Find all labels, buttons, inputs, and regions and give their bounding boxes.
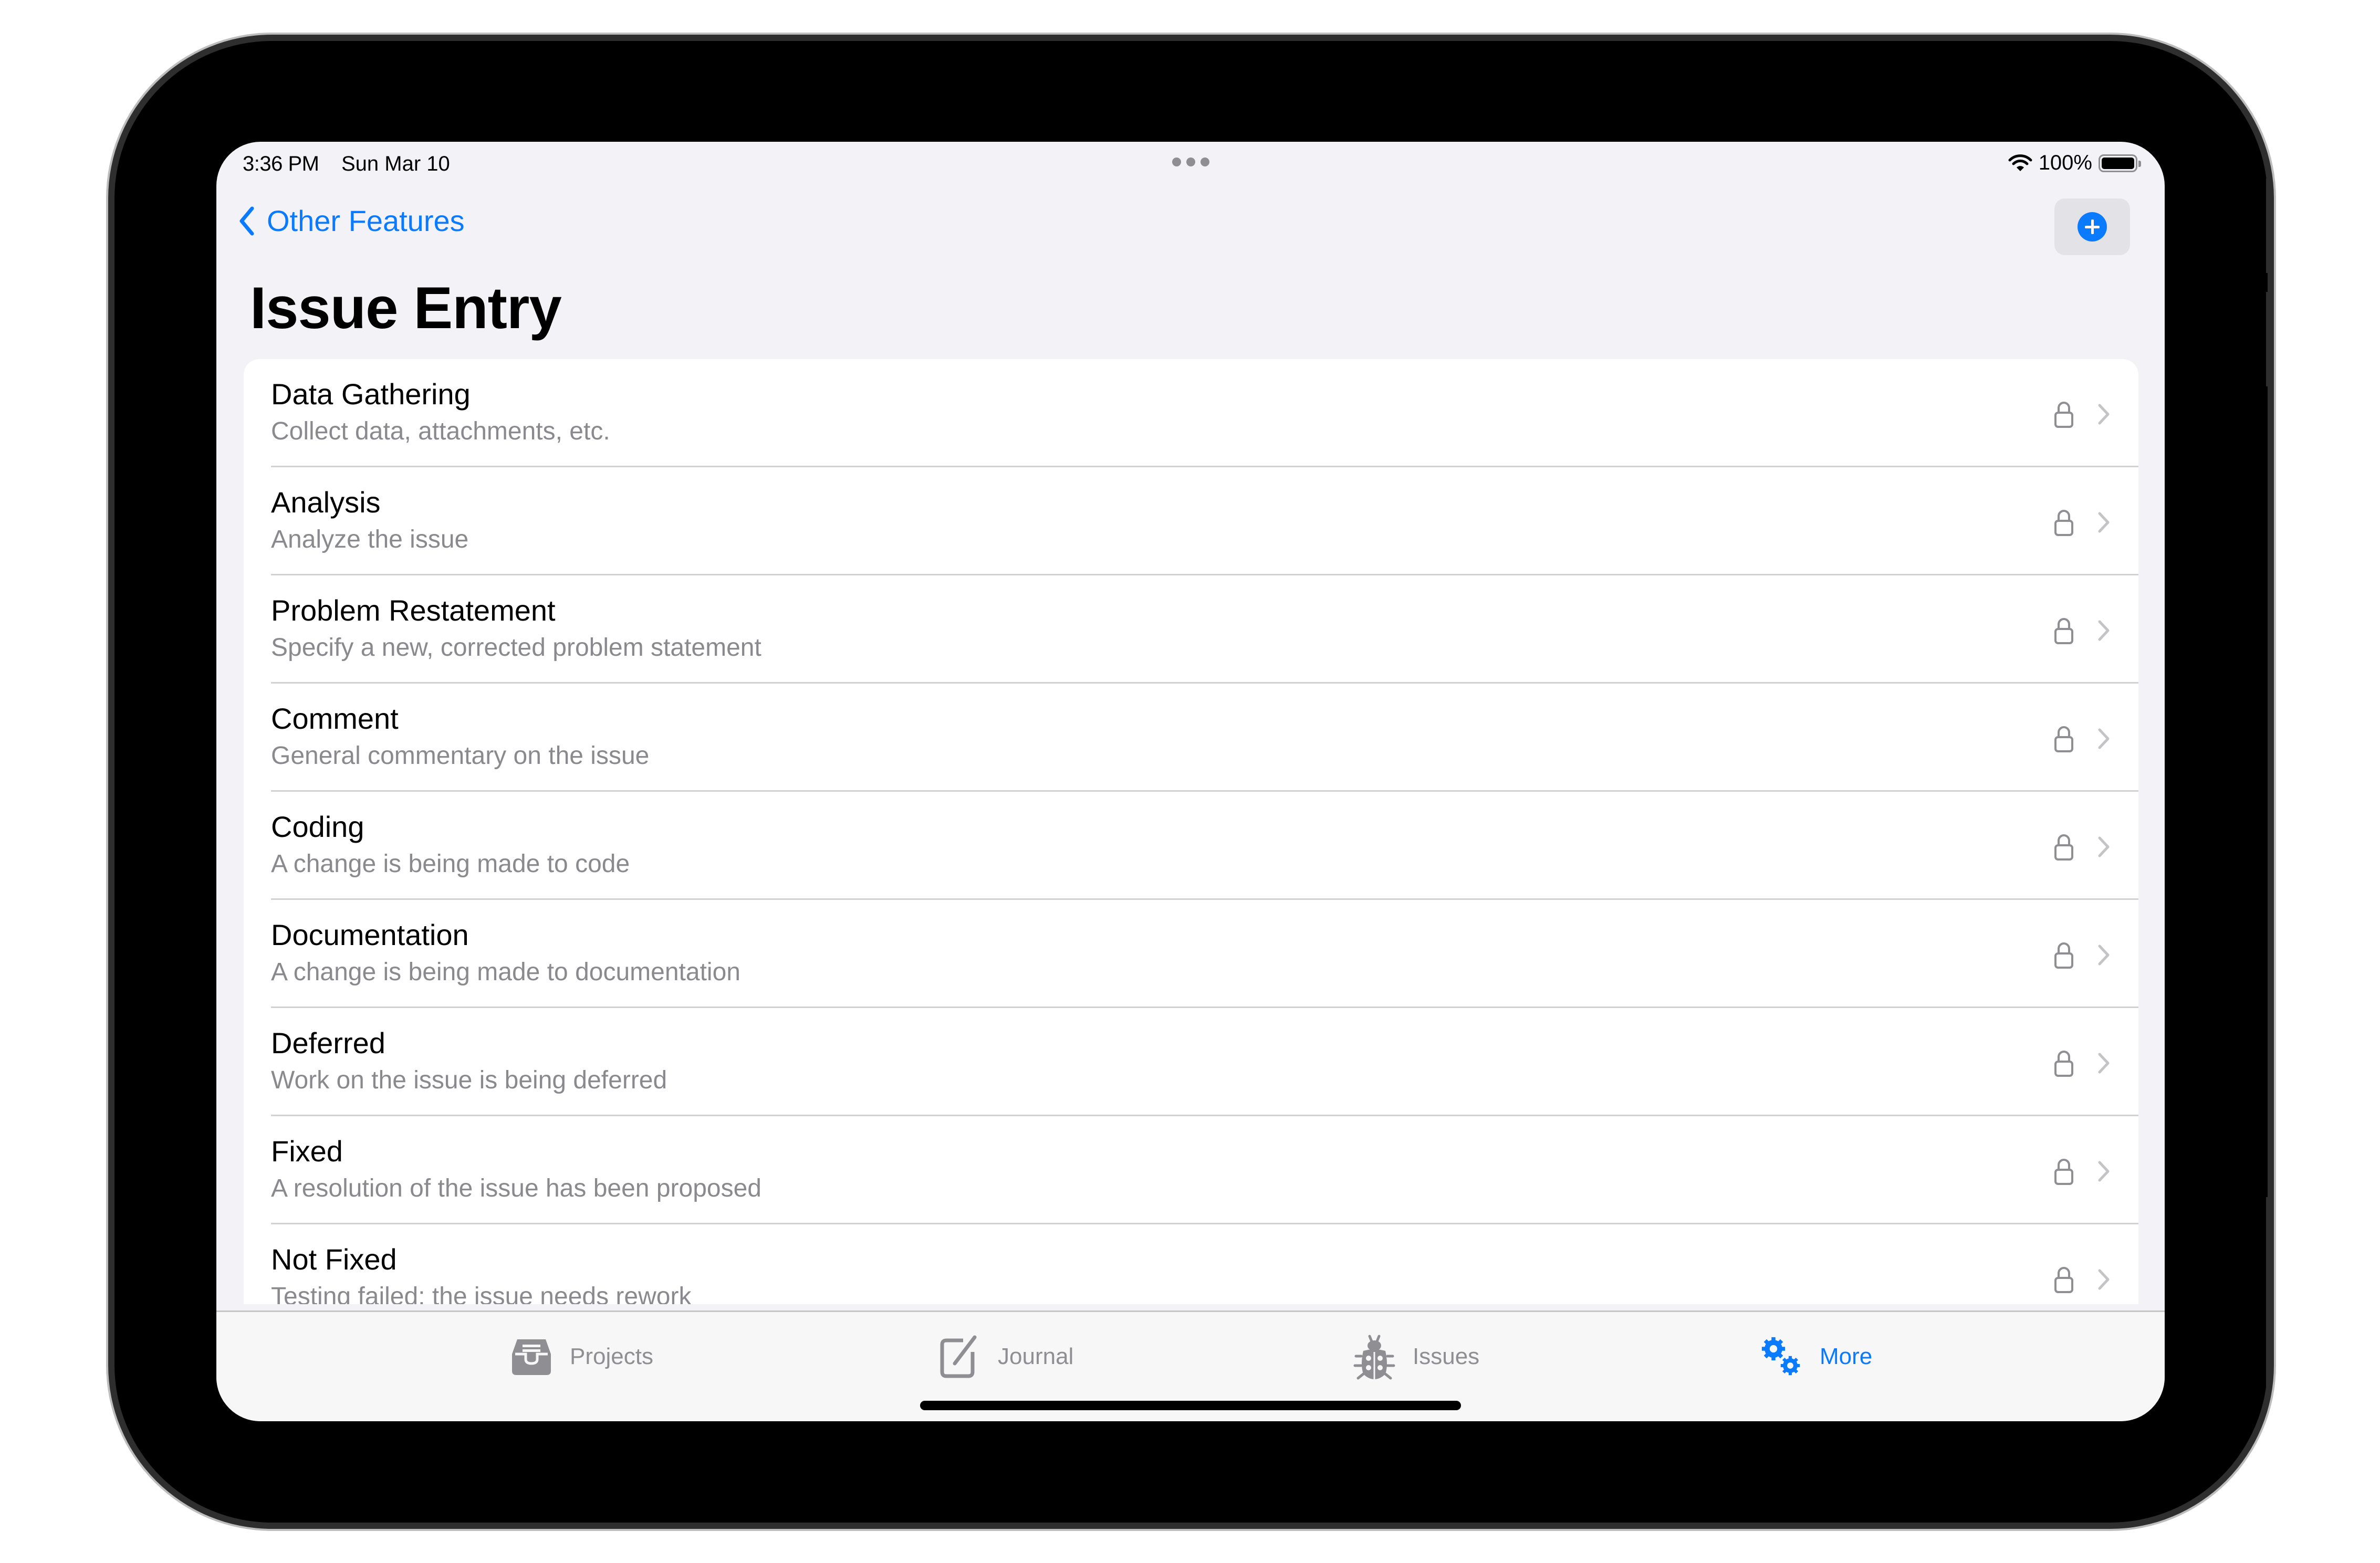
entry-title: Not Fixed: [271, 1243, 397, 1276]
list-item[interactable]: Fixed A resolution of the issue has been …: [244, 1116, 2138, 1224]
list-item[interactable]: Documentation A change is being made to d…: [244, 900, 2138, 1008]
entry-subtitle: A change is being made to code: [271, 850, 630, 878]
chevron-right-icon: [2098, 945, 2110, 966]
list-item[interactable]: Comment General commentary on the issue: [244, 684, 2138, 792]
entry-title: Problem Restatement: [271, 594, 556, 627]
tray-icon: [512, 1339, 551, 1375]
battery-percent: 100%: [2038, 151, 2092, 174]
entry-subtitle: Work on the issue is being deferred: [271, 1066, 667, 1094]
entry-subtitle: Testing failed; the issue needs rework: [271, 1283, 692, 1304]
entry-type-list: Data Gathering Collect data, attachments,…: [244, 359, 2138, 1304]
entry-subtitle: A resolution of the issue has been propo…: [271, 1174, 761, 1202]
chevron-right-icon: [2098, 1053, 2110, 1074]
tab-issues[interactable]: Issues: [1351, 1333, 1479, 1380]
chevron-right-icon: [2098, 404, 2110, 425]
lock-icon: [2054, 1051, 2073, 1077]
list-item[interactable]: Problem Restatement Specify a new, correc…: [244, 575, 2138, 684]
entry-title: Comment: [271, 702, 399, 735]
entry-subtitle: Collect data, attachments, etc.: [271, 417, 610, 445]
chevron-right-icon: [2098, 620, 2110, 641]
entry-title: Coding: [271, 810, 364, 843]
tab-journal-label: Journal: [998, 1344, 1074, 1369]
chevron-right-icon: [2098, 1269, 2110, 1290]
status-time: 3:36 PM: [243, 152, 319, 175]
multitasking-dots-icon[interactable]: [1172, 158, 1209, 166]
battery-icon: [2099, 154, 2141, 172]
ladybug-icon: [1353, 1335, 1395, 1380]
volume-up-button: [2266, 179, 2272, 273]
lock-icon: [2054, 834, 2073, 861]
status-right: 100%: [2008, 151, 2141, 175]
entry-title: Documentation: [271, 918, 469, 951]
tab-projects-label: Projects: [570, 1344, 653, 1369]
chevron-left-icon: [239, 206, 254, 235]
power-button: [2266, 1197, 2272, 1386]
lock-icon: [2054, 510, 2073, 536]
entry-title: Analysis: [271, 486, 381, 519]
back-button-label: Other Features: [267, 204, 465, 237]
tab-more[interactable]: More: [1758, 1333, 1872, 1380]
page-title: Issue Entry: [250, 275, 562, 341]
entry-title: Fixed: [271, 1135, 343, 1168]
entry-subtitle: A change is being made to documentation: [271, 958, 740, 986]
entry-subtitle: Specify a new, corrected problem stateme…: [271, 634, 761, 662]
entry-title: Data Gathering: [271, 377, 471, 411]
entry-subtitle: Analyze the issue: [271, 526, 469, 553]
list-item[interactable]: Deferred Work on the issue is being defer…: [244, 1008, 2138, 1116]
entry-title: Deferred: [271, 1026, 385, 1060]
add-entry-button[interactable]: [2054, 198, 2130, 255]
lock-icon: [2054, 1159, 2073, 1185]
tab-projects[interactable]: Projects: [508, 1333, 653, 1380]
gears-icon: [1761, 1337, 1800, 1376]
entry-subtitle: General commentary on the issue: [271, 742, 650, 770]
tab-more-label: More: [1820, 1344, 1873, 1369]
status-date: Sun Mar 10: [341, 152, 450, 175]
list-item[interactable]: Not Fixed Testing failed; the issue needs…: [244, 1224, 2138, 1304]
tab-journal[interactable]: Journal: [936, 1333, 1073, 1380]
wifi-icon: [2008, 154, 2032, 171]
screen: 3:36 PM Sun Mar 10 100% Other Features I…: [216, 142, 2165, 1421]
square-pencil-icon: [940, 1335, 977, 1378]
plus-circle-fill-icon: [2078, 212, 2107, 242]
lock-icon: [2054, 726, 2073, 752]
lock-icon: [2054, 402, 2073, 428]
lock-icon: [2054, 942, 2073, 969]
home-indicator[interactable]: [920, 1401, 1461, 1410]
volume-down-button: [2266, 292, 2272, 386]
list-item[interactable]: Data Gathering Collect data, attachments,…: [244, 359, 2138, 467]
tab-issues-label: Issues: [1413, 1344, 1480, 1369]
status-bar: 3:36 PM Sun Mar 10 100%: [216, 142, 2165, 184]
list-item[interactable]: Coding A change is being made to code: [244, 792, 2138, 900]
lock-icon: [2054, 618, 2073, 644]
chevron-right-icon: [2098, 728, 2110, 749]
chevron-right-icon: [2098, 836, 2110, 857]
list-item[interactable]: Analysis Analyze the issue: [244, 467, 2138, 575]
chevron-right-icon: [2098, 512, 2110, 533]
chevron-right-icon: [2098, 1161, 2110, 1182]
lock-icon: [2054, 1267, 2073, 1293]
back-button[interactable]: Other Features: [237, 204, 465, 238]
